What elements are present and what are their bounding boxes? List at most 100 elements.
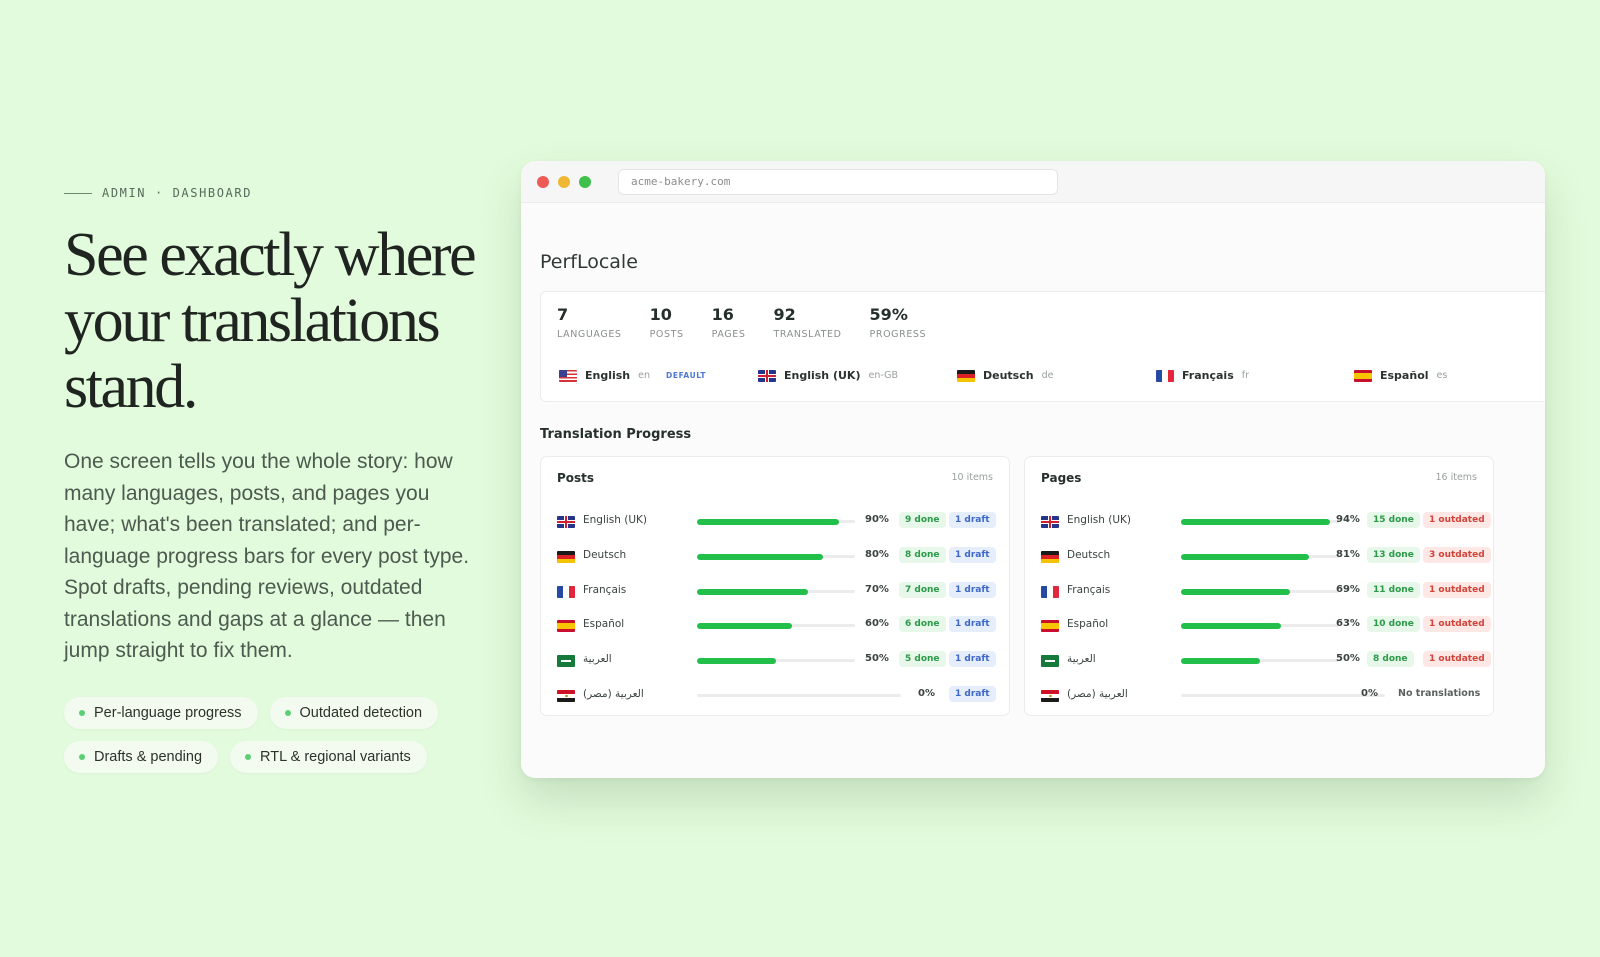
progress-row[interactable]: العربية (مصر) 0% 1 draft: [557, 685, 997, 705]
progress-row[interactable]: Français 70% 7 done 1 draft: [557, 581, 997, 601]
progress-bar-fill: [1181, 518, 1330, 525]
language-item-en-gb[interactable]: English (UK) en-GB: [758, 369, 898, 382]
progress-bar: [697, 518, 855, 525]
eyebrow: ADMIN · DASHBOARD: [64, 186, 494, 200]
draft-badge: 1 draft: [949, 686, 996, 702]
fr-flag-icon: [1041, 586, 1059, 598]
progress-percent: 81%: [1336, 549, 1360, 560]
panel-title: Pages: [1041, 471, 1082, 485]
minimize-window-icon[interactable]: [558, 175, 570, 188]
progress-bar-fill: [1181, 622, 1281, 629]
progress-percent: 90%: [865, 514, 889, 525]
language-code: en-GB: [868, 370, 899, 381]
stat-value: 16: [711, 305, 734, 324]
draft-badge: 1 draft: [949, 651, 996, 667]
pages-panel: Pages 16 items English (UK) 94% 15 done 1 o…: [1024, 456, 1494, 716]
browser-titlebar: acme-bakery.com: [521, 161, 1545, 203]
progress-percent: 69%: [1336, 584, 1360, 595]
progress-bar: [697, 657, 855, 664]
progress-percent: 50%: [865, 653, 889, 664]
progress-bar: [1181, 553, 1339, 560]
language-name: Français: [583, 584, 627, 596]
progress-row[interactable]: العربية 50% 8 done 1 outdated: [1041, 650, 1491, 670]
done-badge: 10 done: [1367, 616, 1420, 632]
progress-row[interactable]: English (UK) 90% 9 done 1 draft: [557, 511, 997, 531]
headline: See exactly where your translations stan…: [64, 221, 477, 421]
language-name: Español: [1380, 369, 1429, 382]
progress-row[interactable]: English (UK) 94% 15 done 1 outdated: [1041, 511, 1491, 531]
stat-value: 10: [649, 305, 672, 324]
outdated-badge: 3 outdated: [1423, 547, 1491, 563]
done-badge: 8 done: [899, 547, 946, 563]
stat-posts: 10 POSTS: [650, 304, 684, 340]
stat-label: PAGES: [711, 329, 746, 340]
close-window-icon[interactable]: [537, 175, 549, 188]
chip-label: RTL & regional variants: [260, 748, 411, 765]
progress-bar: [697, 588, 855, 595]
language-name: English (UK): [583, 514, 648, 526]
language-name: Español: [1067, 618, 1109, 630]
done-badge: 6 done: [899, 616, 946, 632]
progress-row[interactable]: العربية 50% 5 done 1 draft: [557, 650, 997, 670]
progress-row[interactable]: Français 69% 11 done 1 outdated: [1041, 581, 1491, 601]
progress-bar-fill: [697, 518, 840, 525]
eyebrow-text: ADMIN · DASHBOARD: [102, 186, 253, 200]
eg-flag-icon: [1041, 690, 1059, 702]
language-name: English: [585, 369, 631, 382]
progress-bar-fill: [697, 553, 824, 560]
progress-bar: [1181, 694, 1385, 697]
outdated-badge: 1 outdated: [1423, 582, 1491, 598]
language-item-de[interactable]: Deutsch de: [957, 369, 1053, 382]
spain-flag-icon: [1354, 369, 1372, 382]
language-name: Français: [1067, 584, 1111, 596]
section-title: Translation Progress: [540, 427, 692, 442]
stat-value: 7: [557, 305, 569, 324]
progress-percent: 0%: [918, 688, 935, 699]
progress-percent: 63%: [1336, 618, 1360, 629]
language-item-en[interactable]: English en DEFAULT: [559, 369, 706, 382]
panel-count: 10 items: [951, 472, 993, 483]
de-flag-icon: [557, 551, 575, 563]
progress-bar-fill: [1181, 553, 1309, 560]
language-name: العربية: [583, 653, 612, 665]
progress-row[interactable]: العربية (مصر) 0% No translations: [1041, 685, 1481, 705]
language-item-es[interactable]: Español es: [1354, 369, 1447, 382]
address-bar[interactable]: acme-bakery.com: [618, 168, 1058, 195]
progress-percent: 80%: [865, 549, 889, 560]
progress-bar: [697, 553, 855, 560]
progress-row[interactable]: Español 63% 10 done 1 outdated: [1041, 615, 1491, 635]
done-badge: 9 done: [899, 512, 946, 528]
outdated-badge: 1 outdated: [1423, 616, 1491, 632]
progress-row[interactable]: Español 60% 6 done 1 draft: [557, 615, 997, 635]
france-flag-icon: [1156, 369, 1174, 382]
fr-flag-icon: [557, 586, 575, 598]
language-name: العربية: [1067, 653, 1096, 665]
done-badge: 15 done: [1367, 512, 1420, 528]
progress-row[interactable]: Deutsch 81% 13 done 3 outdated: [1041, 546, 1491, 566]
panel-title: Posts: [557, 471, 595, 485]
progress-row[interactable]: Deutsch 80% 8 done 1 draft: [557, 546, 997, 566]
progress-bar-fill: [697, 588, 808, 595]
done-badge: 7 done: [899, 582, 946, 598]
stat-progress: 59% PROGRESS: [870, 304, 927, 340]
progress-bar-fill: [1181, 588, 1291, 595]
es-flag-icon: [557, 620, 575, 632]
germany-flag-icon: [957, 369, 975, 382]
language-code: de: [1041, 370, 1054, 381]
draft-badge: 1 draft: [949, 512, 996, 528]
language-name: العربية (مصر): [583, 688, 644, 700]
maximize-window-icon[interactable]: [579, 175, 591, 188]
de-flag-icon: [1041, 551, 1059, 563]
bullet-dot-icon: [284, 709, 291, 716]
chip-label: Drafts & pending: [94, 748, 203, 765]
stat-label: TRANSLATED: [773, 329, 842, 340]
language-name: العربية (مصر): [1067, 688, 1128, 700]
stat-label: LANGUAGES: [557, 329, 622, 340]
progress-bar: [697, 694, 901, 697]
language-item-fr[interactable]: Français fr: [1156, 369, 1249, 382]
es-flag-icon: [1041, 620, 1059, 632]
outdated-badge: 1 outdated: [1423, 512, 1491, 528]
chip-label: Per-language progress: [94, 704, 242, 721]
done-badge: 5 done: [899, 651, 946, 667]
stat-label: PROGRESS: [869, 329, 927, 340]
